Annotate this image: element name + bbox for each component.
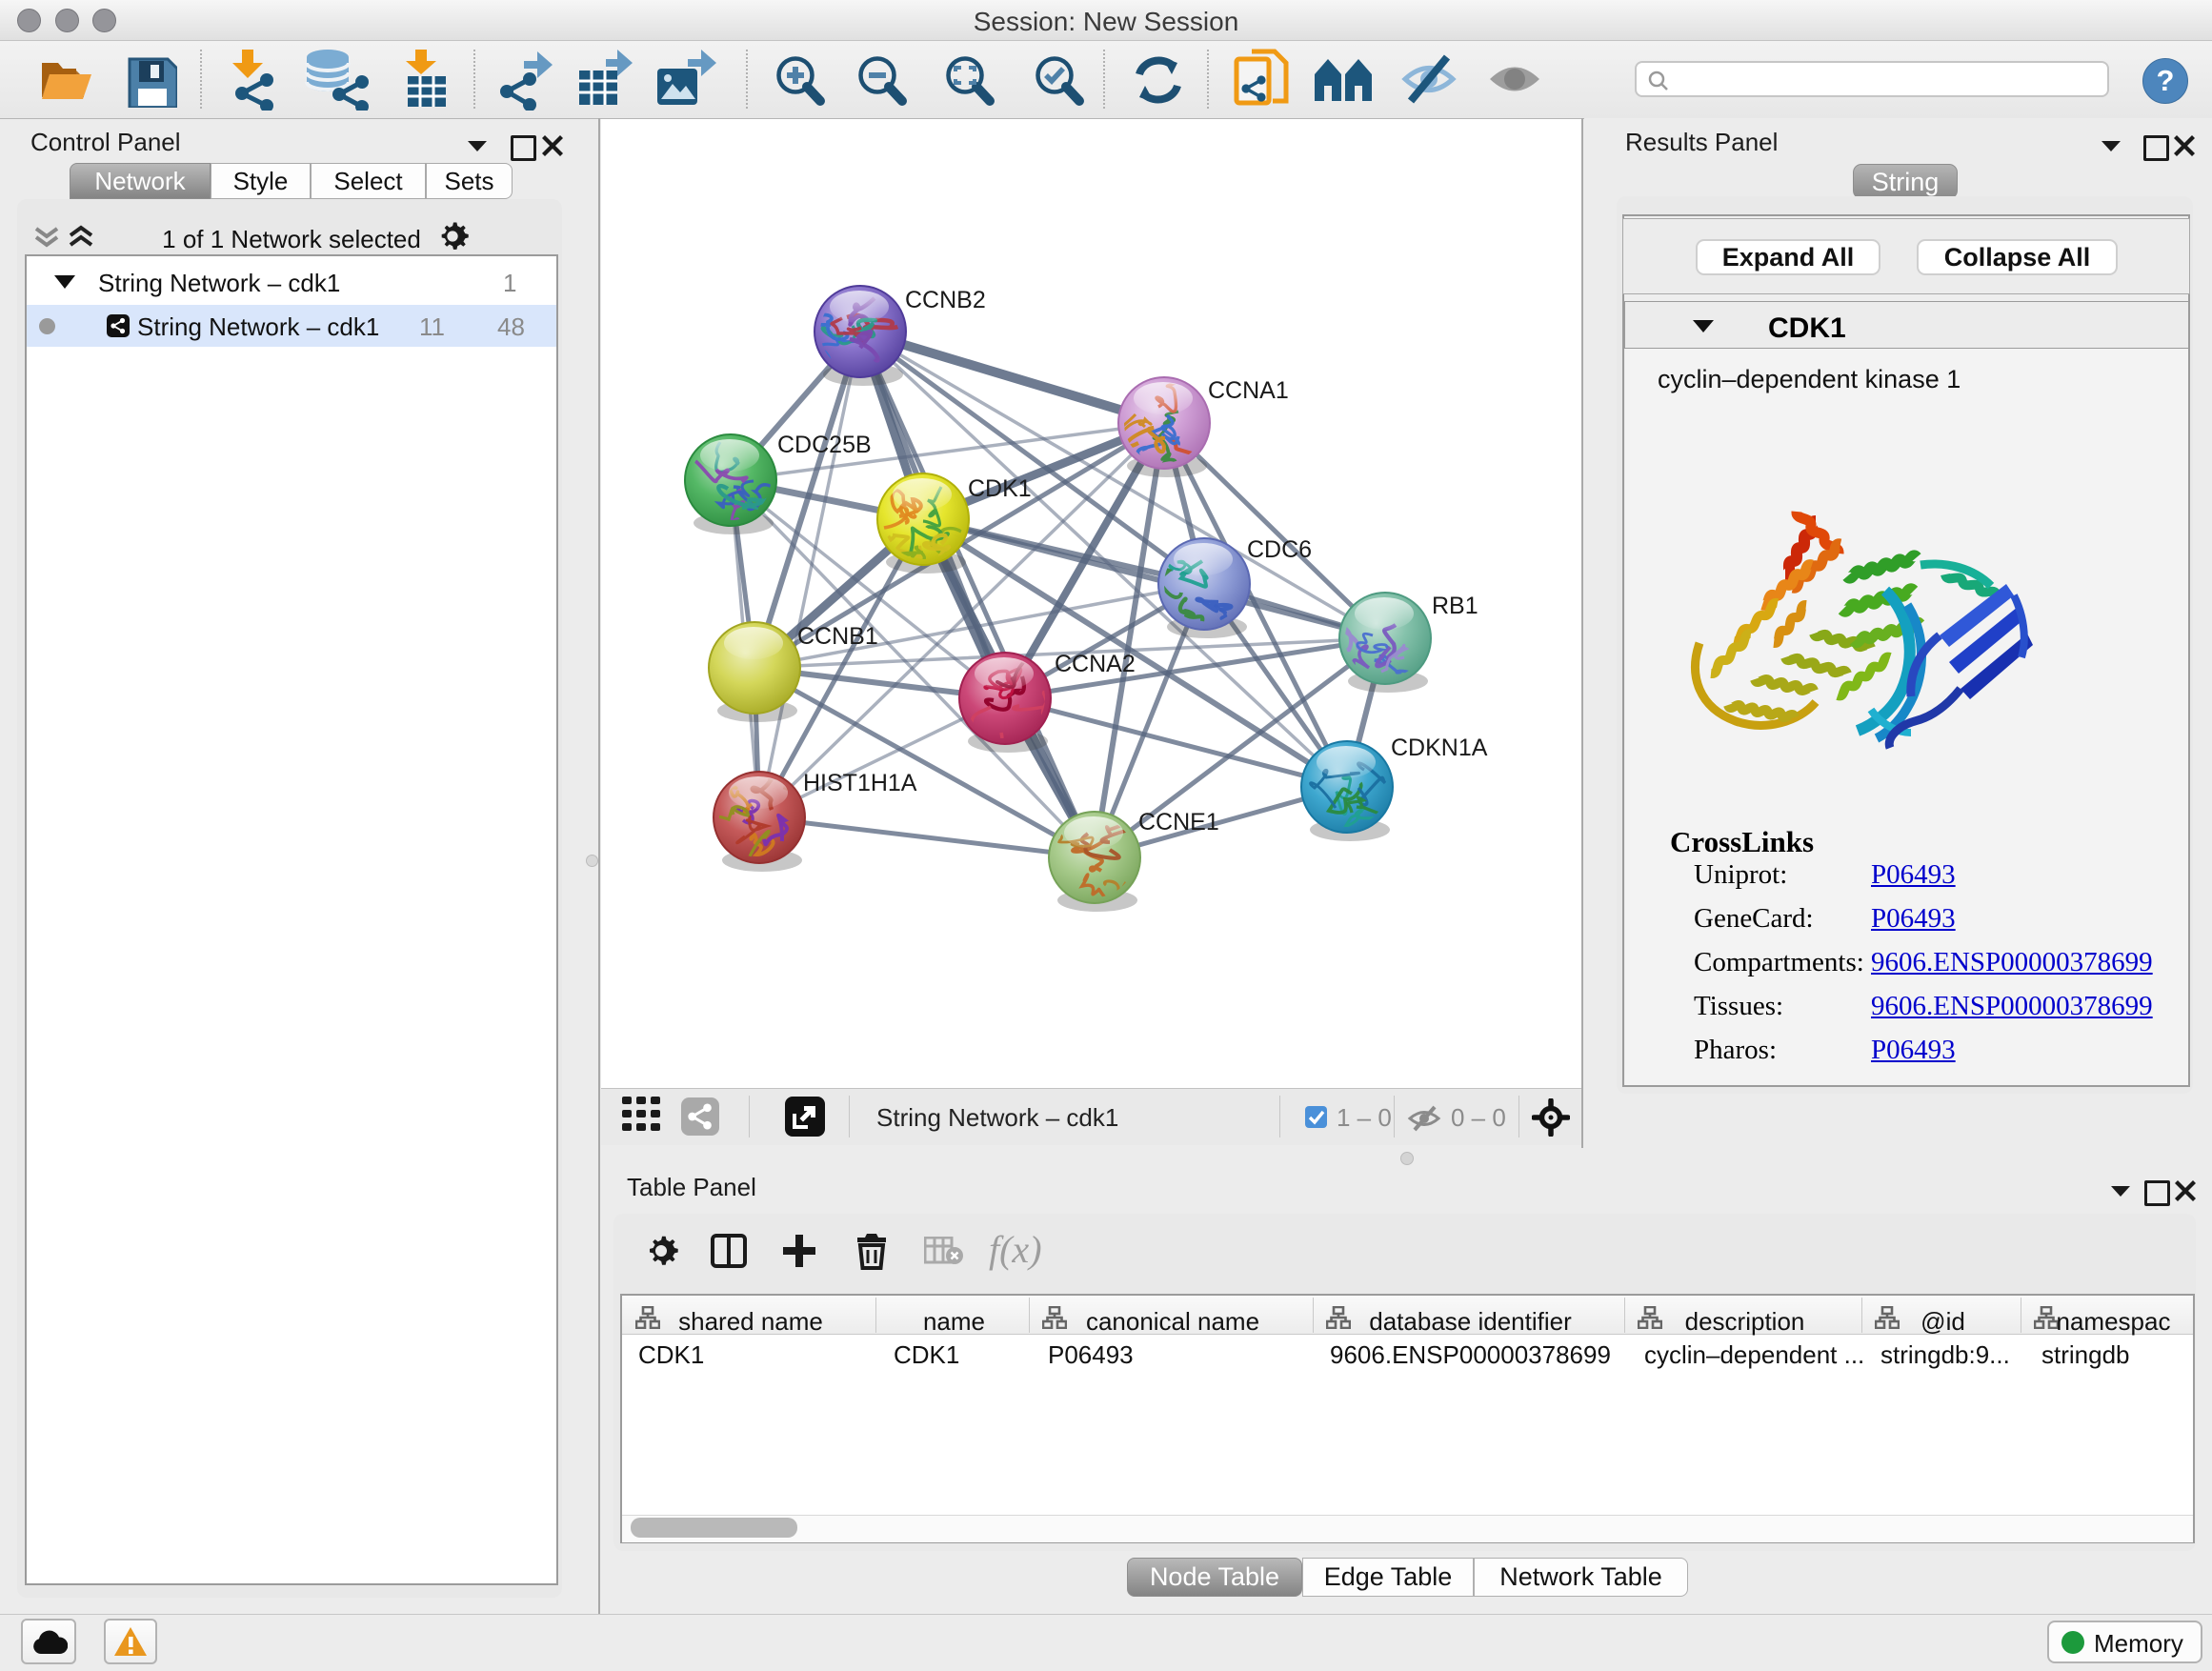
svg-text:CCNE1: CCNE1 bbox=[1138, 809, 1219, 836]
svg-text:HIST1H1A: HIST1H1A bbox=[803, 770, 917, 796]
svg-text:CCNA1: CCNA1 bbox=[1208, 377, 1289, 404]
svg-text:CCNB1: CCNB1 bbox=[797, 623, 878, 650]
svg-text:CDC6: CDC6 bbox=[1247, 536, 1312, 563]
svg-text:CDKN1A: CDKN1A bbox=[1391, 735, 1488, 761]
svg-text:CDC25B: CDC25B bbox=[777, 432, 872, 458]
svg-text:CCNA2: CCNA2 bbox=[1055, 651, 1136, 677]
svg-text:CDK1: CDK1 bbox=[968, 475, 1032, 502]
svg-text:RB1: RB1 bbox=[1432, 593, 1478, 619]
svg-text:CCNB2: CCNB2 bbox=[905, 287, 986, 313]
